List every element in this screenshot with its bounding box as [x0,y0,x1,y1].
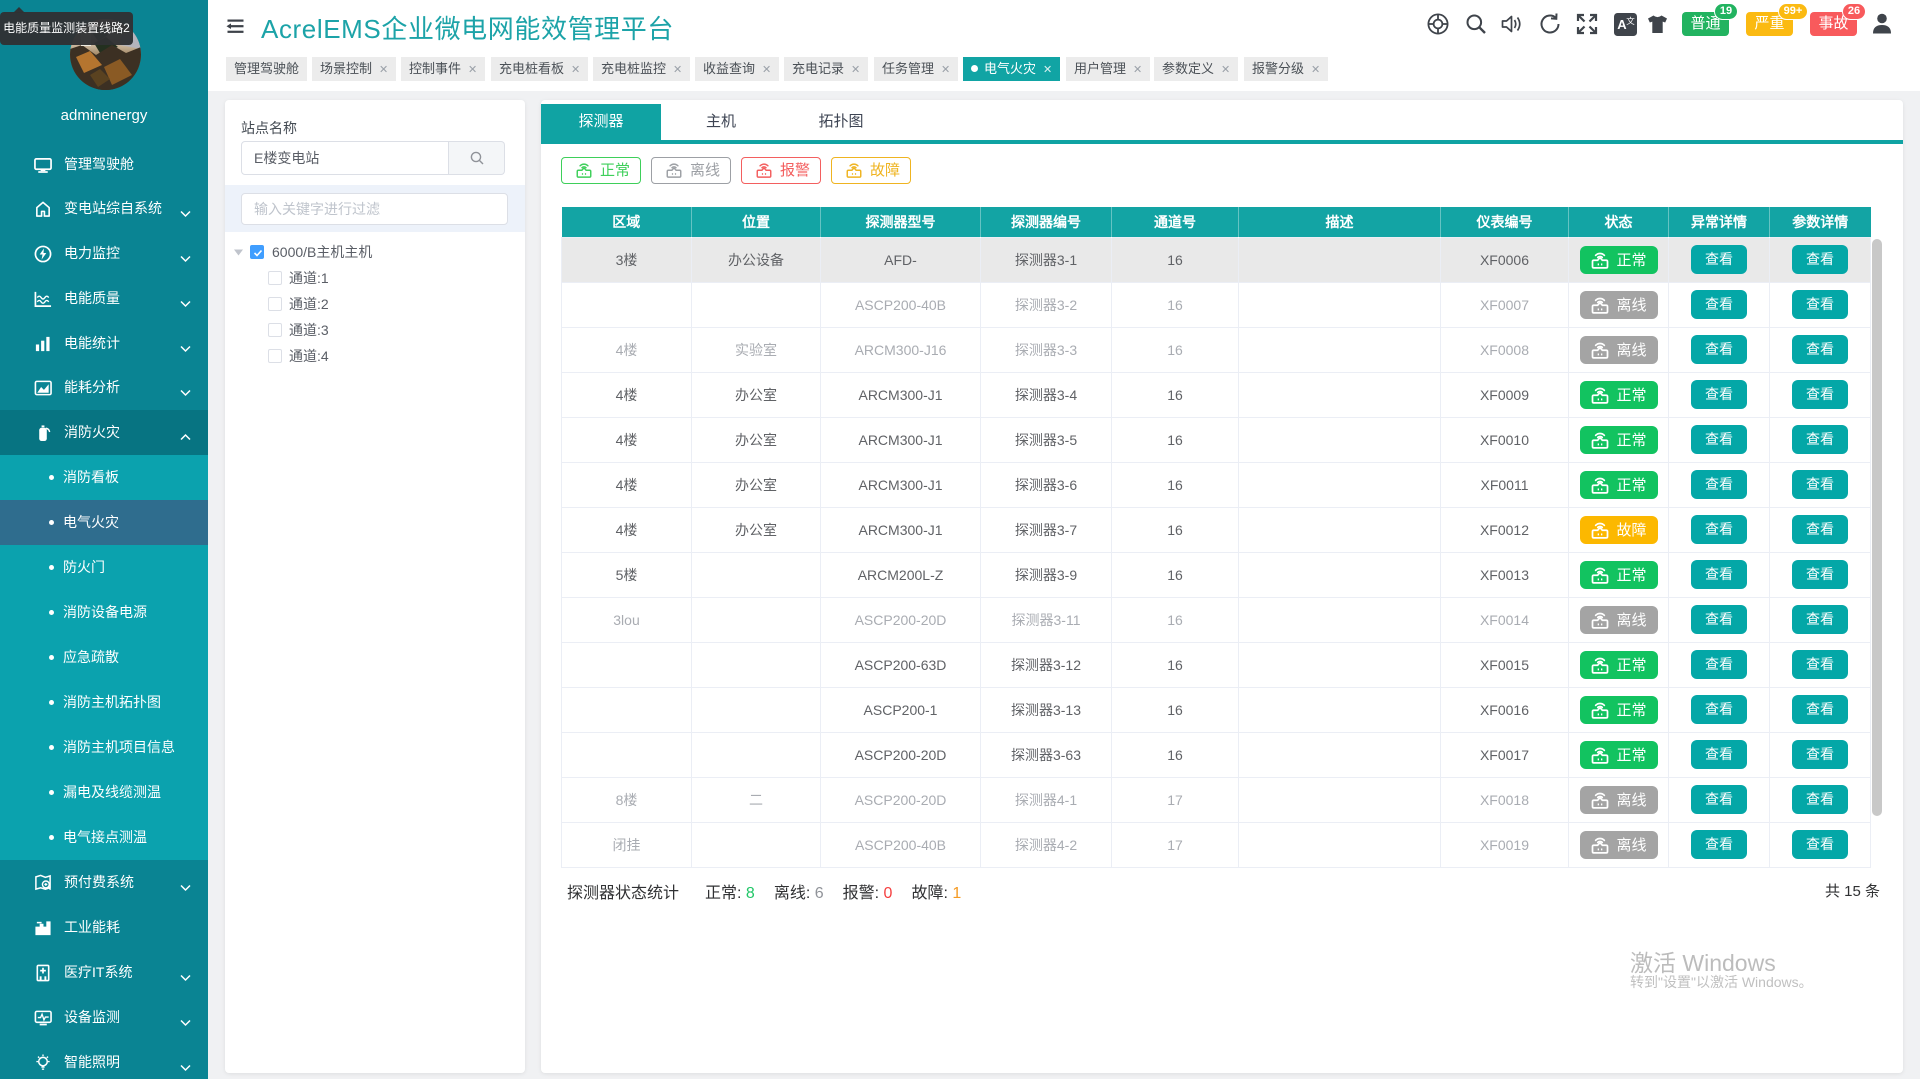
svg-text:文: 文 [1626,16,1635,26]
